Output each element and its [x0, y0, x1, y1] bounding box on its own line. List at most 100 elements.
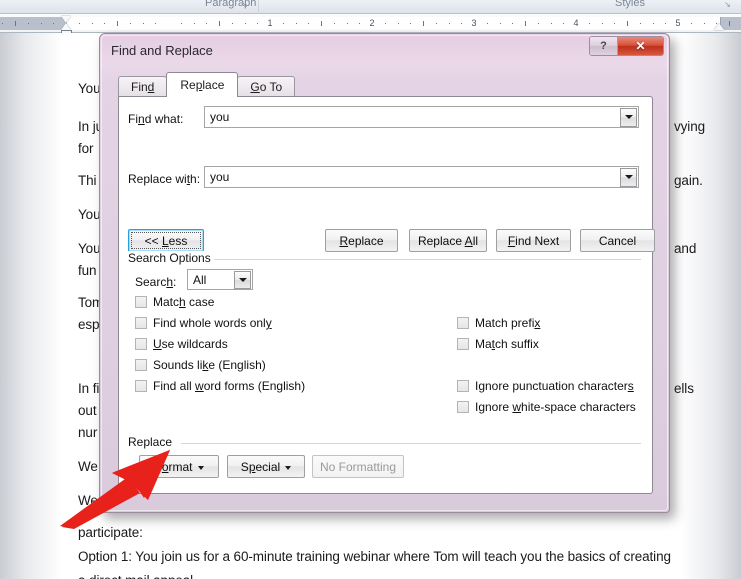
ruler-tick	[602, 23, 603, 24]
checkbox-box-icon[interactable]	[457, 338, 469, 350]
ruler-number: 3	[471, 18, 477, 28]
ruler-tick	[563, 23, 564, 24]
document-text-fragment: In fi	[78, 381, 100, 396]
ruler-tick	[627, 21, 628, 26]
document-text-fragment: and	[674, 241, 697, 256]
checkbox-use-wildcards[interactable]: Use wildcards	[135, 337, 228, 351]
find-what-combo[interactable]: you	[204, 106, 639, 128]
find-what-label: Find what:	[128, 112, 184, 126]
checkbox-box-icon[interactable]	[135, 380, 147, 392]
checkbox-box-icon[interactable]	[457, 401, 469, 413]
checkbox-sounds-like[interactable]: Sounds like (English)	[135, 358, 266, 372]
replace-with-combo[interactable]: you	[204, 166, 639, 188]
ruler-tick	[512, 23, 513, 24]
search-scope-select[interactable]: All	[187, 269, 253, 290]
ruler-number: 2	[369, 18, 375, 28]
replace-with-dropdown-icon[interactable]	[620, 167, 637, 187]
replace-all-button-label: Replace All	[417, 233, 479, 248]
tab-goto-label: Go To	[250, 80, 283, 94]
checkbox-sounds-like-label: Sounds like (English)	[153, 358, 266, 372]
close-button[interactable]: ✕	[618, 37, 663, 55]
checkbox-box-icon[interactable]	[135, 359, 147, 371]
ruler-tick	[2, 23, 3, 24]
styles-dialog-launcher-icon[interactable]: ↘	[723, 0, 732, 9]
replace-button-label: Replace	[339, 233, 384, 248]
document-text-fragment: for	[78, 141, 94, 156]
special-button[interactable]: Special	[227, 455, 305, 478]
checkbox-box-icon[interactable]	[135, 296, 147, 308]
format-button[interactable]: Format	[139, 455, 219, 478]
ruler-tick	[704, 23, 705, 24]
hanging-indent-marker[interactable]	[61, 23, 72, 30]
checkbox-box-icon[interactable]	[457, 317, 469, 329]
ruler-tick	[283, 23, 284, 24]
page-left-shadow	[0, 33, 62, 579]
checkbox-match-prefix-label: Match prefix	[475, 316, 541, 330]
checkbox-match-case[interactable]: Match case	[135, 295, 214, 309]
checkbox-match-suffix[interactable]: Match suffix	[457, 337, 539, 351]
ruler-tick	[487, 23, 488, 24]
find-and-replace-dialog[interactable]: Find and Replace ? ✕ Find Replace Go To …	[99, 33, 670, 513]
find-what-input[interactable]: you	[205, 110, 620, 124]
cancel-button[interactable]: Cancel	[580, 229, 655, 252]
ruler-tick	[653, 23, 654, 24]
checkbox-box-icon[interactable]	[135, 338, 147, 350]
ruler-tick	[206, 23, 207, 24]
ruler-tick	[117, 21, 118, 26]
document-text-fragment: fun	[78, 263, 97, 278]
dialog-titlebar-buttons: ? ✕	[589, 36, 664, 56]
checkbox-find-whole-words-only[interactable]: Find whole words only	[135, 316, 272, 330]
first-line-indent-marker[interactable]	[61, 16, 72, 23]
find-next-button[interactable]: Find Next	[496, 229, 571, 252]
ruler-tick	[410, 23, 411, 24]
search-scope-dropdown-icon[interactable]	[234, 270, 251, 289]
ribbon-group-styles-label: Styles	[615, 0, 645, 9]
ruler-tick	[155, 23, 156, 24]
ruler-tick	[500, 23, 501, 24]
checkbox-box-icon[interactable]	[135, 317, 147, 329]
help-button[interactable]: ?	[590, 37, 618, 55]
cancel-button-label: Cancel	[598, 233, 637, 248]
replace-button[interactable]: Replace	[325, 229, 398, 252]
ruler-tick	[729, 21, 730, 26]
checkbox-ignore-whitespace[interactable]: Ignore white-space characters	[457, 400, 636, 414]
search-scope-value: All	[193, 272, 207, 287]
horizontal-ruler[interactable]: 123456	[0, 14, 741, 36]
document-bottom-paragraph: Option 1: You join us for a 60-minute tr…	[78, 549, 671, 579]
document-text-fragment: esp	[78, 317, 100, 332]
checkbox-box-icon[interactable]	[457, 380, 469, 392]
tab-find[interactable]: Find	[118, 76, 168, 97]
find-what-dropdown-icon[interactable]	[620, 107, 637, 127]
ruler-tick	[53, 23, 54, 24]
paragraph-dialog-launcher-icon[interactable]: ↘	[240, 0, 249, 9]
less-button[interactable]: << Less	[128, 229, 204, 252]
checkbox-ignore-punctuation[interactable]: Ignore punctuation characters	[457, 379, 634, 393]
tab-replace[interactable]: Replace	[166, 72, 239, 97]
find-next-button-label: Find Next	[507, 233, 560, 248]
ruler-tick	[296, 23, 297, 24]
ruler-tick	[385, 23, 386, 24]
search-scope-label: Search:	[135, 275, 177, 289]
checkbox-find-all-word-forms[interactable]: Find all word forms (English)	[135, 379, 305, 393]
no-formatting-button-label: No Formatting	[319, 459, 397, 474]
checkbox-match-suffix-label: Match suffix	[475, 337, 539, 351]
ruler-text-area	[66, 17, 721, 30]
tab-find-label: Find	[131, 80, 155, 94]
checkbox-match-prefix[interactable]: Match prefix	[457, 316, 540, 330]
chevron-down-icon	[197, 465, 204, 470]
ruler-tick	[143, 23, 144, 24]
replace-all-button[interactable]: Replace All	[409, 229, 487, 252]
ruler-tick	[181, 23, 182, 24]
ruler-tick	[308, 23, 309, 24]
tab-goto[interactable]: Go To	[237, 76, 296, 97]
replace-with-input[interactable]: you	[205, 170, 620, 184]
document-text-fragment: ells	[674, 381, 694, 396]
ruler-tick	[130, 23, 131, 24]
ruler-tick	[79, 23, 80, 24]
ruler-tick	[449, 23, 450, 24]
ribbon-strip: Paragraph ↘ ↘ Styles	[0, 0, 741, 14]
search-options-group-title: Search Options	[128, 251, 216, 265]
replace-group-title: Replace	[128, 435, 178, 449]
replace-group-rule	[181, 443, 641, 444]
right-indent-marker[interactable]	[714, 23, 725, 30]
